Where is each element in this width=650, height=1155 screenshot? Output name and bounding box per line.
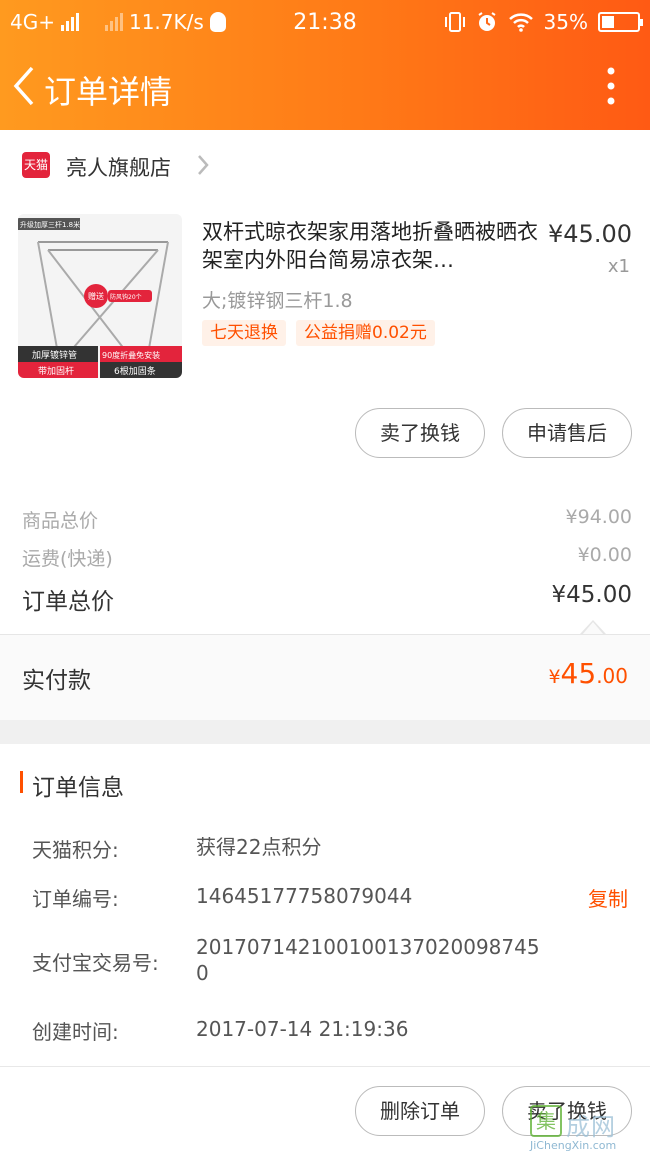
points-label: 天猫积分: <box>32 838 119 862</box>
status-right: 35% <box>444 10 643 34</box>
battery-percent: 35% <box>543 10 588 34</box>
watermark-logo-icon: 集 <box>530 1105 562 1137</box>
order-info-section: 订单信息 天猫积分: 获得22点积分 订单编号: 146451777580790… <box>0 744 650 1066</box>
image-badge-3: 带加固杆 <box>38 365 74 377</box>
section-accent-bar <box>20 771 23 793</box>
image-gift-sub: 防风钩20个 <box>110 293 142 301</box>
alipay-value: 2017071421001001370200987450 <box>196 935 540 985</box>
chevron-right-icon <box>198 155 209 175</box>
product-price: ¥45.00 <box>548 220 632 248</box>
image-badge-2: 90度折叠免安装 <box>102 350 160 360</box>
image-badge-1: 加厚镀锌管 <box>32 349 77 361</box>
image-gift-label: 赠送 <box>88 291 104 301</box>
shipping-value: ¥0.00 <box>577 544 632 566</box>
order-number-label: 订单编号: <box>32 887 119 911</box>
battery-icon <box>598 12 643 32</box>
alarm-icon <box>477 12 496 31</box>
product-title[interactable]: 双杆式晾衣架家用落地折叠晒被晒衣架室内外阳台简易凉衣架… <box>202 218 540 274</box>
delete-order-button[interactable]: 删除订单 <box>355 1086 485 1136</box>
status-bar: 4G+ 11.7K/s 21:38 35% <box>0 0 650 44</box>
chevron-left-icon[interactable] <box>8 64 44 108</box>
drying-rack-illustration: 升级加厚三杆1.8米 赠送 防风钩20个 加厚镀锌管 90度折叠免安装 带加固杆… <box>18 214 182 378</box>
sell-for-cash-button[interactable]: 卖了换钱 <box>355 408 485 458</box>
amount-integer: 45 <box>560 657 597 690</box>
page-title: 订单详情 <box>44 73 173 111</box>
watermark-url: JiChengXin.com <box>530 1139 617 1152</box>
vibrate-icon <box>444 12 465 32</box>
product-image[interactable]: 升级加厚三杆1.8米 赠送 防风钩20个 加厚镀锌管 90度折叠免安装 带加固杆… <box>18 214 182 378</box>
more-vertical-icon[interactable] <box>606 66 616 106</box>
goods-total-row: 商品总价 ¥94.00 <box>22 506 632 533</box>
amount-decimal: .00 <box>596 664 628 688</box>
shipping-label: 运费(快递) <box>22 548 113 570</box>
order-total-value: ¥45.00 <box>551 582 632 608</box>
actual-payment-label: 实付款 <box>22 668 91 694</box>
image-top-label: 升级加厚三杆1.8米 <box>20 220 80 229</box>
copy-button[interactable]: 复制 <box>588 883 628 912</box>
goods-total-label: 商品总价 <box>22 510 99 532</box>
order-info-title: 订单信息 <box>32 775 124 801</box>
tmall-badge: 天猫 <box>22 152 50 178</box>
product-card: 升级加厚三杆1.8米 赠送 防风钩20个 加厚镀锌管 90度折叠免安装 带加固杆… <box>0 200 650 482</box>
actual-payment-value: ¥45.00 <box>548 657 628 690</box>
wifi-icon <box>508 13 533 32</box>
shop-row[interactable]: 天猫 亮人旗舰店 <box>0 130 650 200</box>
order-total-row: 订单总价 ¥45.00 <box>22 582 632 616</box>
created-time-value: 2017-07-14 21:19:36 <box>196 1017 409 1041</box>
order-number-value: 14645177758079044 <box>196 884 413 908</box>
price-summary: 商品总价 ¥94.00 运费(快递) ¥0.00 订单总价 ¥45.00 <box>0 482 650 634</box>
points-value: 获得22点积分 <box>196 835 322 859</box>
nav-bar: 订单详情 <box>0 44 650 130</box>
product-quantity: x1 <box>607 256 630 277</box>
tag-charity: 公益捐赠0.02元 <box>296 320 435 346</box>
shipping-row: 运费(快递) ¥0.00 <box>22 544 632 571</box>
app-header: 4G+ 11.7K/s 21:38 35% 订单详情 <box>0 0 650 130</box>
currency-symbol: ¥ <box>548 666 561 688</box>
goods-total-value: ¥94.00 <box>565 506 632 528</box>
created-time-label: 创建时间: <box>32 1020 119 1044</box>
product-spec: 大;镀锌钢三杆1.8 <box>202 290 353 312</box>
site-watermark: 集 成网 JiChengXin.com <box>530 1105 640 1152</box>
order-total-label: 订单总价 <box>22 589 114 615</box>
actual-payment-row: 实付款 ¥45.00 <box>0 634 650 720</box>
after-sale-button[interactable]: 申请售后 <box>502 408 632 458</box>
watermark-text: 成网 <box>566 1113 616 1141</box>
alipay-label: 支付宝交易号: <box>32 951 159 975</box>
shop-name[interactable]: 亮人旗舰店 <box>66 152 171 182</box>
image-badge-4: 6根加固条 <box>114 365 156 377</box>
tag-seven-day-return: 七天退换 <box>202 320 286 346</box>
